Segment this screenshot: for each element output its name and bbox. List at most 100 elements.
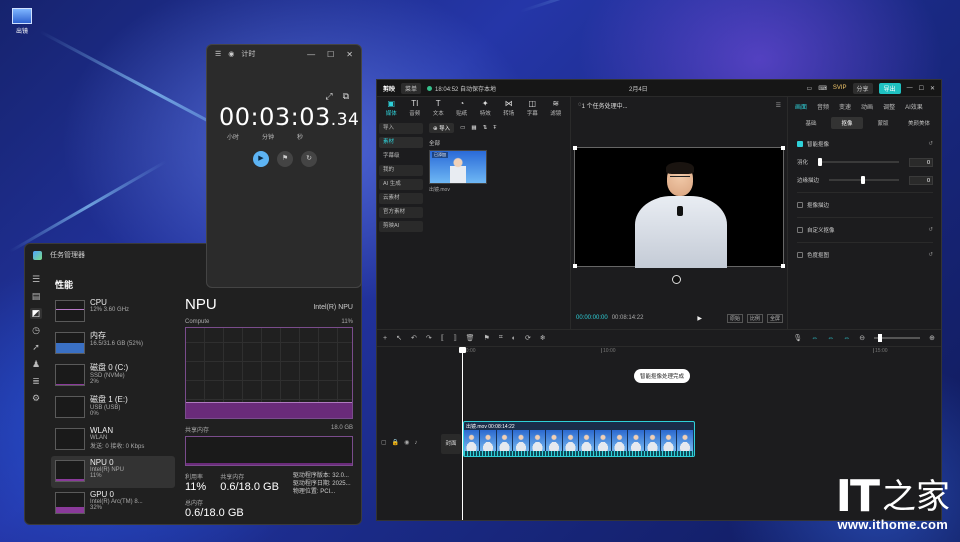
startup-icon[interactable]: ➚ (30, 342, 42, 353)
split-icon[interactable]: ⟦ (441, 334, 444, 342)
mirror-icon[interactable]: ◐ (512, 335, 516, 342)
player-title[interactable]: 1 个任务处理中... (582, 101, 628, 110)
smart-cutout-row[interactable]: 智能抠像 ↺ (789, 135, 941, 153)
property-tab[interactable]: AI效果 (905, 102, 923, 111)
performance-item[interactable]: WLAN WLAN 发送: 0 接收: 0 Kbps (51, 424, 175, 456)
layout-icon[interactable]: ▭ (807, 85, 813, 92)
menu-icon[interactable]: ☰ (30, 274, 42, 285)
media-category[interactable]: 导入 (379, 123, 423, 134)
maximize-icon[interactable]: ☐ (919, 85, 924, 92)
track-toggle-icon[interactable]: ▢ (381, 439, 387, 446)
feather-slider[interactable] (818, 158, 899, 166)
property-subtab[interactable]: 蒙版 (867, 117, 899, 129)
reset-button[interactable]: ↻ (301, 151, 317, 167)
tool-tab[interactable]: ◫ 字幕 (522, 99, 543, 117)
feather-value[interactable]: 0 (909, 157, 933, 167)
tool-tab[interactable]: ≋ 滤镜 (546, 99, 567, 117)
media-category[interactable]: AI 生成 (379, 179, 423, 190)
delete-icon[interactable]: 🗑 (466, 334, 475, 342)
tool-tab[interactable]: ✦ 特效 (475, 99, 496, 117)
rotate-handle-icon[interactable] (672, 275, 681, 284)
minimize-icon[interactable]: — (307, 50, 315, 59)
stopwatch-titlebar[interactable]: ☰ ◉ 计时 — ☐ ✕ (207, 45, 361, 63)
split-left-icon[interactable]: ⟧ (453, 334, 456, 342)
services-icon[interactable]: ⚙ (30, 393, 42, 404)
media-category[interactable]: 官方素材 (379, 207, 423, 218)
processes-icon[interactable]: ▤ (30, 291, 42, 302)
custom-cutout-row[interactable]: 自定义抠像 ↺ (789, 221, 941, 239)
ratio-button[interactable]: 比例 (746, 313, 763, 323)
audio-icon[interactable]: ♪ (414, 440, 417, 446)
property-tab[interactable]: 调整 (883, 102, 895, 111)
link-icon[interactable]: ⇔ (811, 335, 818, 342)
close-icon[interactable]: ✕ (346, 50, 353, 59)
crop-icon[interactable]: ⌗ (499, 334, 503, 342)
tool-tab[interactable]: TI 音频 (405, 99, 426, 117)
media-category[interactable]: 云素材 (379, 193, 423, 204)
filter-icon[interactable]: Ŧ (493, 125, 496, 131)
expand-icon[interactable]: ⤢ (325, 91, 332, 102)
performance-item[interactable]: 磁盘 1 (E:) USB (USB) 0% (51, 392, 175, 424)
property-tab[interactable]: 动画 (861, 102, 873, 111)
rotate-icon[interactable]: ⟳ (525, 334, 531, 342)
property-tab[interactable]: 变速 (839, 102, 851, 111)
lock-icon[interactable]: 🔒 (392, 439, 399, 446)
smart-cutout-checkbox[interactable] (797, 141, 803, 147)
maximize-icon[interactable]: ☐ (327, 50, 334, 59)
player-menu-icon[interactable]: ☰ (776, 102, 781, 109)
property-subtab[interactable]: 基础 (795, 117, 827, 129)
tool-tab[interactable]: ⋈ 转场 (499, 99, 520, 117)
play-button[interactable]: ▶ (253, 151, 269, 167)
desktop-icon-video[interactable]: 出镜 (8, 8, 36, 35)
edge-slider[interactable] (829, 176, 899, 184)
media-category[interactable]: 字幕级 (379, 151, 423, 162)
select-icon[interactable]: ↖ (396, 334, 402, 342)
menu-icon[interactable]: ☰ (215, 50, 221, 58)
mic-icon[interactable]: 🎙 (793, 334, 802, 342)
property-subtab[interactable]: 美颜美体 (903, 117, 935, 129)
share-button[interactable]: 分享 (852, 82, 873, 94)
sort-icon[interactable]: ⇅ (483, 125, 488, 131)
zoom-out-icon[interactable]: ⊖ (859, 334, 865, 342)
play-icon[interactable]: ▶ (697, 315, 702, 322)
preview-canvas[interactable] (573, 146, 785, 268)
media-category[interactable]: 素材 (379, 137, 423, 148)
redo-icon[interactable]: ↷ (426, 334, 432, 342)
performance-item[interactable]: 磁盘 0 (C:) SSD (NVMe) 2% (51, 360, 175, 392)
close-icon[interactable]: ✕ (930, 85, 935, 92)
details-icon[interactable]: ≣ (30, 376, 42, 387)
tool-tab[interactable]: T 文本 (428, 99, 449, 117)
shortcut-icon[interactable]: ⌨ (818, 85, 827, 92)
add-icon[interactable]: + (383, 335, 387, 342)
property-tab[interactable]: 音频 (817, 102, 829, 111)
stroke-row[interactable]: 抠像描边 (789, 196, 941, 214)
original-button[interactable]: 原始 (726, 313, 743, 323)
undo-icon[interactable]: ↶ (411, 334, 417, 342)
media-thumbnail[interactable]: 已添加 (429, 150, 487, 184)
video-clip[interactable]: 出镜.mov 00:08:14:22 (463, 421, 695, 457)
media-category[interactable]: 剪映AI (379, 221, 423, 232)
zoom-in-icon[interactable]: ⊕ (929, 334, 935, 342)
minimize-icon[interactable]: — (907, 85, 913, 91)
freeze-icon[interactable]: ❄ (540, 334, 546, 342)
users-icon[interactable]: ♟ (30, 359, 42, 370)
property-subtab[interactable]: 抠像 (831, 117, 863, 129)
time-ruler[interactable]: 00:00 10:00 15:00 (461, 347, 941, 357)
import-button[interactable]: ⊕ 导入 (429, 123, 455, 133)
magnet-icon[interactable]: ⇔ (827, 335, 834, 342)
property-tab[interactable]: 画面 (795, 102, 807, 111)
preview-axis-icon[interactable]: ⇔ (843, 335, 850, 342)
zoom-slider[interactable] (874, 334, 921, 342)
performance-item[interactable]: CPU 12% 3.60 GHz (51, 296, 175, 328)
tool-tab[interactable]: ◔ 贴纸 (452, 99, 473, 117)
history-icon[interactable]: ◷ (30, 325, 42, 336)
performance-icon[interactable]: ◩ (30, 308, 42, 319)
grid-view-icon[interactable]: ▦ (471, 125, 476, 131)
performance-item[interactable]: 内存 16.5/31.6 GB (52%) (51, 328, 175, 360)
marker-icon[interactable]: ⚑ (484, 334, 490, 342)
menu-button[interactable]: 菜单 (401, 82, 422, 94)
edge-value[interactable]: 0 (909, 175, 933, 185)
search-icon[interactable]: ▭ (460, 125, 465, 131)
export-button[interactable]: 导出 (878, 82, 901, 94)
compact-overlay-icon[interactable]: ⧉ (343, 91, 349, 102)
